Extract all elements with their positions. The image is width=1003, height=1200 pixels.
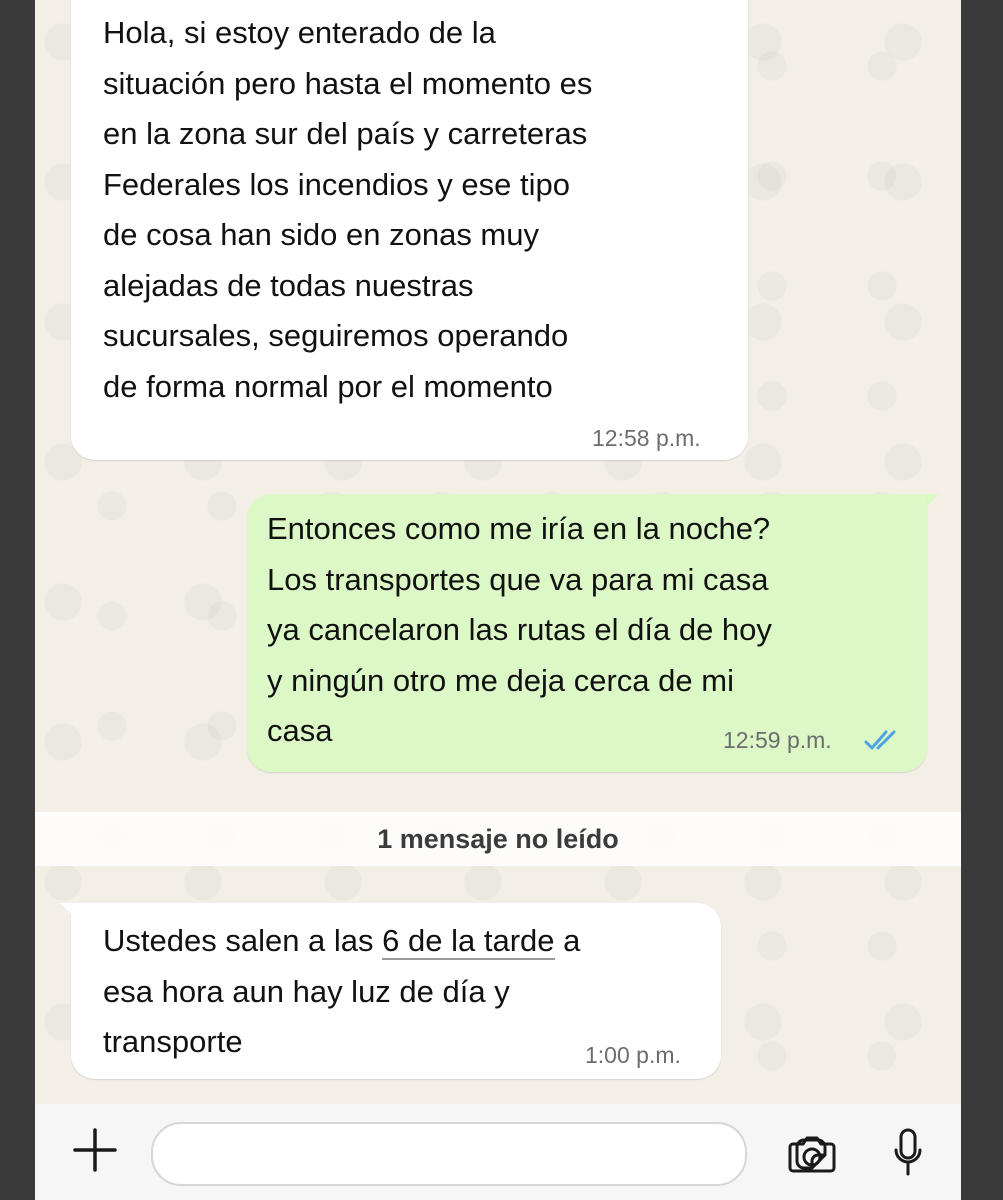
unread-label: 1 mensaje no leído <box>377 823 619 854</box>
message-input[interactable] <box>151 1122 827 1186</box>
message-line: Entonces como me iría en la noche? <box>267 511 771 546</box>
camera-icon <box>787 1134 837 1174</box>
message-text: Hola, si estoy enterado de la situación … <box>103 8 592 412</box>
message-line: sucursales, seguiremos operando <box>103 318 569 353</box>
message-line: Hola, si estoy enterado de la <box>103 15 496 50</box>
message-timestamp: 12:59 p.m. <box>723 727 832 753</box>
message-line: Ustedes salen a las 6 de la tarde a <box>103 916 580 967</box>
message-text: Ustedes salen a las 6 de la tarde a esa … <box>103 916 580 1068</box>
camera-button[interactable] <box>787 1134 837 1174</box>
message-line: y ningún otro me deja cerca de mi <box>267 662 734 698</box>
message-line: esa hora aun hay luz de día y <box>103 973 510 1009</box>
message-line: en la zona sur del país y carreteras <box>103 116 588 151</box>
message-timestamp: 1:00 p.m. <box>585 1042 681 1068</box>
message-text-segment: Ustedes salen a las <box>103 923 383 958</box>
microphone-icon <box>893 1128 923 1178</box>
message-line: transporte <box>103 1024 243 1059</box>
message-line: ya cancelaron las rutas el día de hoy <box>267 612 772 647</box>
message-line: situación pero hasta el momento es <box>103 65 593 101</box>
message-text: Entonces como me iría en la noche? Los t… <box>267 504 772 757</box>
message-composer <box>35 1104 961 1200</box>
date-time-link[interactable]: 6 de la tarde <box>382 923 555 960</box>
message-bubble-outgoing[interactable]: Entonces como me iría en la noche? Los t… <box>247 494 927 772</box>
message-line: Los transportes que va para mi casa <box>267 561 769 597</box>
plus-icon <box>71 1126 119 1174</box>
message-line: de cosa han sido en zonas muy <box>103 217 539 252</box>
message-text-segment: a <box>554 923 581 958</box>
message-bubble-incoming[interactable]: Ustedes salen a las 6 de la tarde a esa … <box>71 903 721 1079</box>
microphone-button[interactable] <box>893 1128 923 1178</box>
message-line: de forma normal por el momento <box>103 368 553 404</box>
attach-button[interactable] <box>71 1126 119 1174</box>
unread-messages-divider: 1 mensaje no leído <box>35 812 961 866</box>
double-check-read-icon <box>864 728 904 752</box>
message-line: alejadas de todas nuestras <box>103 267 474 303</box>
message-line: casa <box>267 713 333 748</box>
message-bubble-incoming[interactable]: Hola, si estoy enterado de la situación … <box>71 0 748 460</box>
message-timestamp: 12:58 p.m. <box>592 425 701 451</box>
message-line: Federales los incendios y ese tipo <box>103 166 570 202</box>
